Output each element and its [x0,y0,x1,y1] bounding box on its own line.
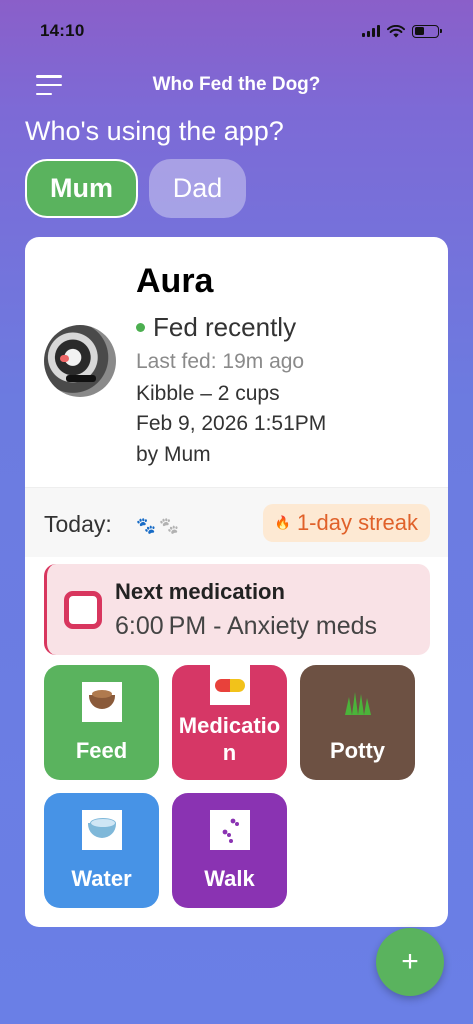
last-fed: Last fed: 19m ago [136,350,305,373]
streak-badge: 🔥 1-day streak [262,504,430,542]
potty-button[interactable]: Potty [300,665,415,780]
status-dot-icon [136,323,145,332]
fed-datetime: Feb 9, 2026 1:51PM [136,412,327,435]
medication-square-icon [64,591,102,629]
water-label: Water [71,866,132,891]
feed-button[interactable]: Feed [44,665,159,780]
today-label: Today: [44,511,112,537]
walk-label: Walk [204,866,255,891]
flame-icon: 🔥 [274,515,291,530]
water-bowl-icon [81,810,122,850]
potty-label: Potty [330,738,385,763]
user-chip-dad[interactable]: Dad [149,159,246,218]
status-bar: 14:10 [0,0,473,62]
next-medication-card[interactable]: Next medication 6:00 PM - Anxiety meds [44,564,430,655]
medication-detail: 6:00 PM - Anxiety meds [115,612,378,640]
paw-empty-icon: 🐾 [159,518,179,535]
food-bowl-icon [81,682,122,722]
walk-button[interactable]: Walk [172,793,287,908]
pet-avatar [44,325,116,397]
paw-filled-icon: 🐾 [136,518,156,535]
menu-icon[interactable] [36,75,62,95]
fed-by: by Mum [136,443,211,466]
pet-name: Aura [136,262,214,300]
medication-title: Next medication [115,579,285,604]
paw-prints-icon [209,810,250,850]
pet-card: Aura Fed recently Last fed: 19m ago Kibb… [25,237,448,927]
fed-status-text: Fed recently [153,312,297,342]
medication-button[interactable]: Medication [172,665,287,780]
pill-icon [209,665,250,705]
cellular-signal-icon [362,25,380,37]
user-select-prompt: Who's using the app? [25,116,284,146]
add-button[interactable]: + [376,928,444,996]
today-bar: Today: 🐾 🐾 🔥 1-day streak [25,487,448,557]
app-title: Who Fed the Dog? [152,74,321,95]
wifi-icon [387,24,405,37]
grass-icon [338,682,378,722]
user-chip-mum[interactable]: Mum [25,159,138,218]
pet-summary: Aura Fed recently Last fed: 19m ago Kibb… [25,237,448,487]
water-button[interactable]: Water [44,793,159,908]
app-header: Who Fed the Dog? [0,62,473,108]
status-time: 14:10 [40,21,85,40]
streak-text: 1-day streak [296,510,418,535]
status-icons [362,24,442,38]
food-detail: Kibble – 2 cups [136,382,280,405]
medication-label: Medication [178,713,281,765]
feed-label: Feed [75,738,128,763]
battery-icon [412,24,442,38]
fed-status: Fed recently [136,312,296,343]
